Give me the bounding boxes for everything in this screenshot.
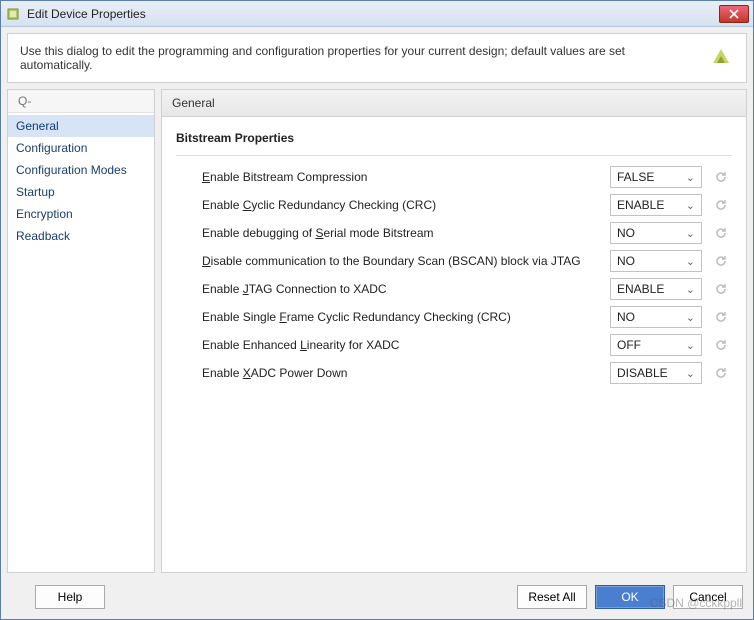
ok-label: OK <box>621 590 638 604</box>
reset-all-button[interactable]: Reset All <box>517 585 587 609</box>
select-value: ENABLE <box>617 198 664 212</box>
property-select[interactable]: OFF ⌄ <box>610 334 702 356</box>
reset-icon[interactable] <box>710 194 732 216</box>
reset-icon[interactable] <box>710 306 732 328</box>
info-banner: Use this dialog to edit the programming … <box>7 33 747 83</box>
nav-list: GeneralConfigurationConfiguration ModesS… <box>8 113 154 572</box>
chevron-down-icon: ⌄ <box>686 339 695 352</box>
select-value: NO <box>617 254 635 268</box>
property-row: Enable Single Frame Cyclic Redundancy Ch… <box>176 306 732 328</box>
property-row: Enable JTAG Connection to XADC ENABLE ⌄ <box>176 278 732 300</box>
window-title: Edit Device Properties <box>27 7 713 21</box>
divider <box>176 155 732 156</box>
cancel-label: Cancel <box>689 590 726 604</box>
reset-all-label: Reset All <box>528 590 575 604</box>
close-button[interactable] <box>719 5 749 23</box>
property-select[interactable]: NO ⌄ <box>610 250 702 272</box>
select-value: NO <box>617 226 635 240</box>
select-value: ENABLE <box>617 282 664 296</box>
brand-logo-icon <box>708 45 734 71</box>
sidebar: GeneralConfigurationConfiguration ModesS… <box>7 89 155 573</box>
property-row: Enable XADC Power Down DISABLE ⌄ <box>176 362 732 384</box>
property-label: Enable Enhanced Linearity for XADC <box>176 338 602 352</box>
cancel-button[interactable]: Cancel <box>673 585 743 609</box>
property-select[interactable]: DISABLE ⌄ <box>610 362 702 384</box>
property-label: Enable Single Frame Cyclic Redundancy Ch… <box>176 310 602 324</box>
select-value: OFF <box>617 338 641 352</box>
search-box <box>8 90 154 113</box>
footer: Help Reset All OK Cancel <box>1 577 753 619</box>
search-input[interactable] <box>16 92 175 110</box>
reset-icon[interactable] <box>710 334 732 356</box>
property-row: Disable communication to the Boundary Sc… <box>176 250 732 272</box>
property-select[interactable]: NO ⌄ <box>610 222 702 244</box>
chevron-down-icon: ⌄ <box>686 367 695 380</box>
titlebar: Edit Device Properties <box>1 1 753 27</box>
sidebar-item[interactable]: Configuration <box>8 137 154 159</box>
reset-icon[interactable] <box>710 222 732 244</box>
property-row: Enable debugging of Serial mode Bitstrea… <box>176 222 732 244</box>
chevron-down-icon: ⌄ <box>686 283 695 296</box>
property-select[interactable]: ENABLE ⌄ <box>610 278 702 300</box>
property-row: Enable Enhanced Linearity for XADC OFF ⌄ <box>176 334 732 356</box>
sidebar-item[interactable]: Encryption <box>8 203 154 225</box>
body: GeneralConfigurationConfiguration ModesS… <box>7 89 747 573</box>
pane-header: General <box>162 90 746 117</box>
dialog-window: Edit Device Properties Use this dialog t… <box>0 0 754 620</box>
help-label: Help <box>58 590 83 604</box>
chevron-down-icon: ⌄ <box>686 227 695 240</box>
property-select[interactable]: ENABLE ⌄ <box>610 194 702 216</box>
help-button[interactable]: Help <box>35 585 105 609</box>
pane-content: Bitstream Properties Enable Bitstream Co… <box>162 117 746 572</box>
ok-button[interactable]: OK <box>595 585 665 609</box>
property-label: Enable JTAG Connection to XADC <box>176 282 602 296</box>
content-pane: General Bitstream Properties Enable Bits… <box>161 89 747 573</box>
select-value: FALSE <box>617 170 654 184</box>
section-title: Bitstream Properties <box>176 131 732 145</box>
select-value: DISABLE <box>617 366 668 380</box>
sidebar-item[interactable]: Readback <box>8 225 154 247</box>
property-label: Enable Bitstream Compression <box>176 170 602 184</box>
info-text: Use this dialog to edit the programming … <box>20 44 698 72</box>
sidebar-item[interactable]: General <box>8 115 154 137</box>
property-row: Enable Bitstream Compression FALSE ⌄ <box>176 166 732 188</box>
property-select[interactable]: FALSE ⌄ <box>610 166 702 188</box>
select-value: NO <box>617 310 635 324</box>
property-row: Enable Cyclic Redundancy Checking (CRC) E… <box>176 194 732 216</box>
property-select[interactable]: NO ⌄ <box>610 306 702 328</box>
chevron-down-icon: ⌄ <box>686 255 695 268</box>
reset-icon[interactable] <box>710 362 732 384</box>
sidebar-item[interactable]: Configuration Modes <box>8 159 154 181</box>
chevron-down-icon: ⌄ <box>686 199 695 212</box>
chevron-down-icon: ⌄ <box>686 311 695 324</box>
close-icon <box>729 9 739 19</box>
reset-icon[interactable] <box>710 166 732 188</box>
reset-icon[interactable] <box>710 278 732 300</box>
reset-icon[interactable] <box>710 250 732 272</box>
property-label: Disable communication to the Boundary Sc… <box>176 254 602 268</box>
property-label: Enable debugging of Serial mode Bitstrea… <box>176 226 602 240</box>
sidebar-item[interactable]: Startup <box>8 181 154 203</box>
app-icon <box>5 6 21 22</box>
chevron-down-icon: ⌄ <box>686 171 695 184</box>
property-label: Enable Cyclic Redundancy Checking (CRC) <box>176 198 602 212</box>
property-label: Enable XADC Power Down <box>176 366 602 380</box>
